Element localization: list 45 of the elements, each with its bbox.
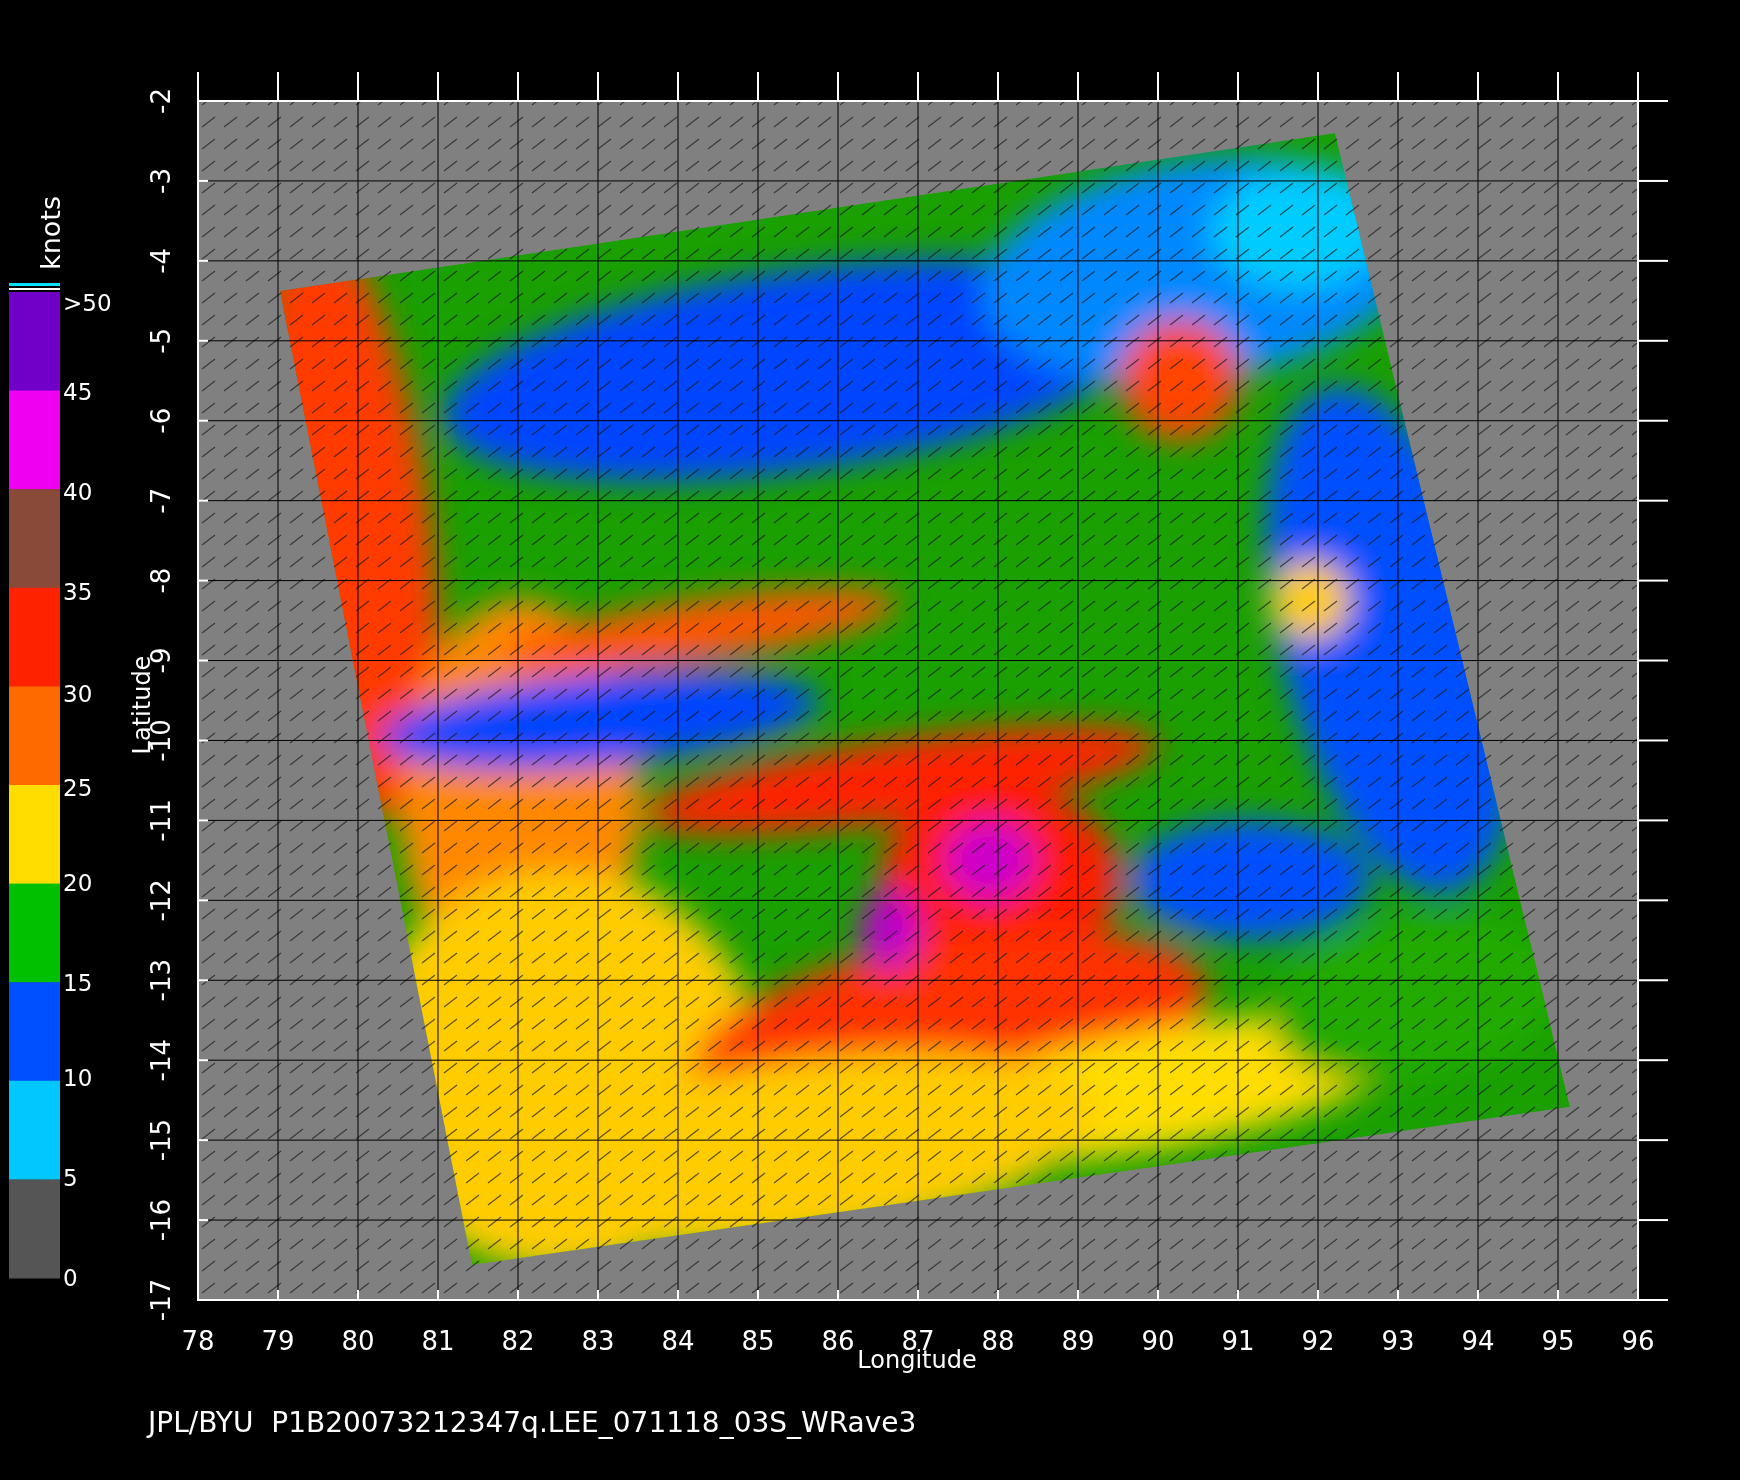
x-tick-label: 82: [501, 1326, 535, 1356]
x-tick-label: 93: [1381, 1326, 1415, 1356]
x-tick-label: 79: [261, 1326, 295, 1356]
x-tick-label: 89: [1061, 1326, 1095, 1356]
x-tick-label: 90: [1141, 1326, 1175, 1356]
y-tick-label: -7: [146, 487, 176, 514]
x-tick-label: 86: [821, 1326, 855, 1356]
colorbar-label: 5: [63, 1165, 78, 1191]
x-tick-label: 83: [581, 1326, 615, 1356]
x-tick-label: 84: [661, 1326, 695, 1356]
y-tick-label: -16: [146, 1198, 176, 1242]
colorbar-label: 20: [63, 870, 93, 896]
colorbar-label: 40: [63, 479, 93, 505]
colorbar-unit-label: knots: [34, 196, 66, 270]
colorbar-label: 10: [63, 1065, 93, 1091]
x-tick-label: 94: [1461, 1326, 1495, 1356]
x-tick-label: 85: [741, 1326, 775, 1356]
colorbar-label: 35: [63, 579, 93, 605]
colorbar-label: 15: [63, 970, 93, 996]
y-tick-label: -3: [146, 167, 176, 194]
x-tick-label: 80: [341, 1326, 375, 1356]
x-tick-label: 81: [421, 1326, 455, 1356]
x-tick-label: 88: [981, 1326, 1015, 1356]
y-tick-label: -17: [146, 1278, 176, 1322]
y-tick-label: -5: [146, 327, 176, 354]
y-tick-label: -12: [146, 879, 176, 922]
x-tick-label: 95: [1541, 1326, 1575, 1356]
y-tick-label: -13: [146, 959, 176, 1002]
y-tick-label: -11: [146, 799, 176, 842]
colorbar-label: 25: [63, 775, 93, 801]
x-tick-label: 92: [1301, 1326, 1335, 1356]
y-tick-label: -15: [146, 1118, 176, 1162]
x-tick-label: 91: [1221, 1326, 1255, 1356]
colorbar-label: 0: [63, 1265, 78, 1291]
y-tick-label: -4: [146, 247, 176, 274]
y-tick-label: -6: [146, 407, 176, 434]
y-tick-label: -14: [146, 1038, 176, 1082]
footer-caption: JPL/BYU P1B20073212347q.LEE_071118_03S_WRave3: [148, 1406, 917, 1439]
x-tick-label: 96: [1621, 1326, 1655, 1356]
y-tick-label: -2: [146, 88, 176, 114]
x-tick-label: 78: [181, 1326, 215, 1356]
y-tick-label: -8: [146, 567, 176, 594]
colorbar-label: >50: [63, 290, 112, 316]
colorbar-label: 45: [63, 379, 93, 405]
colorbar-label: 30: [63, 681, 93, 707]
